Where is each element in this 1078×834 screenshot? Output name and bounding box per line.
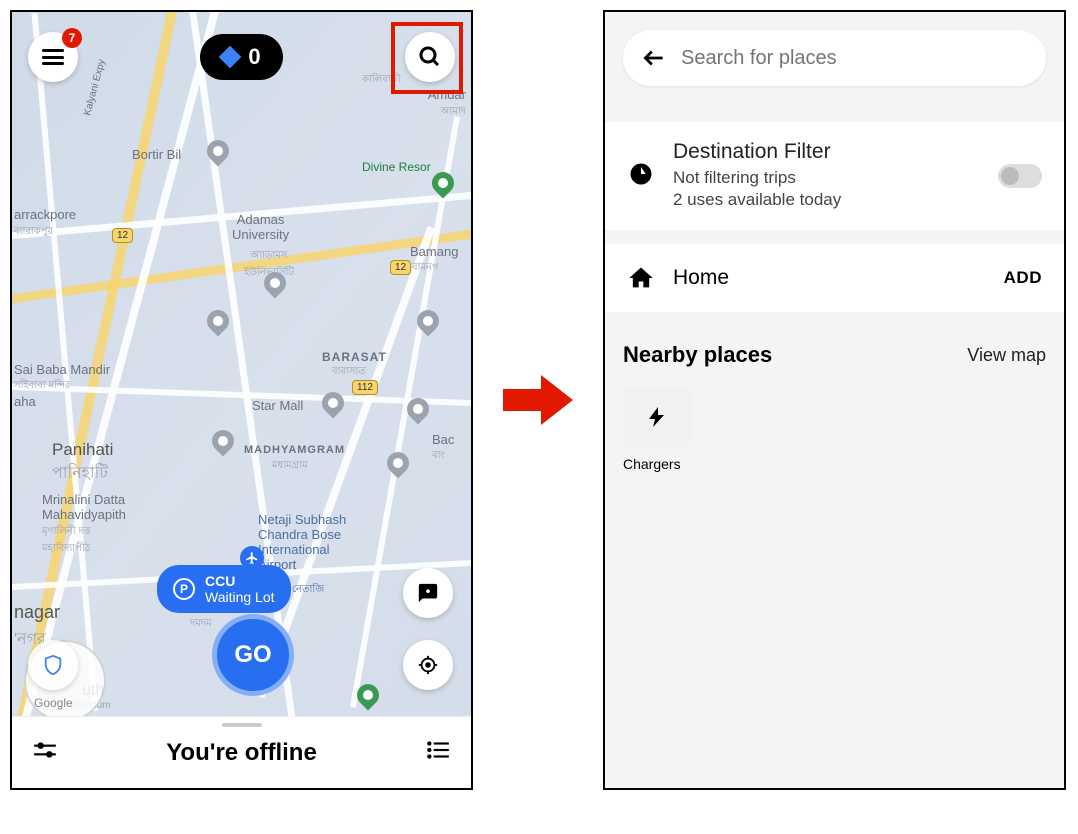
shield-icon [42,654,64,676]
map-label: aha [14,394,36,409]
map-label: Bortir Bil [132,147,181,162]
home-icon [627,264,655,292]
google-attribution: Google [34,696,73,710]
search-input[interactable] [681,47,1028,70]
map-label: arrackpore [14,207,76,222]
locate-button[interactable] [403,640,453,690]
map-label: নেতাজি [292,582,324,599]
map-label: বামনগ [412,260,439,277]
plane-icon [245,551,259,565]
map-label: Adamas University [232,212,289,242]
notification-badge: 7 [62,28,82,48]
destination-filter-icon [627,160,655,193]
filter-subtitle-1: Not filtering trips [673,168,980,188]
map-label: দমদম [190,616,212,633]
poi-pin [382,447,413,478]
drag-handle[interactable] [222,723,262,727]
add-home-button[interactable]: ADD [1004,268,1042,288]
points-value: 0 [248,44,260,70]
search-screen: Destination Filter Not filtering trips 2… [603,10,1066,790]
points-pill[interactable]: 0 [200,34,282,80]
route-shield: 112 [352,380,378,395]
map-label: মধ্যমগ্রাম [272,458,308,475]
route-shield: 12 [390,260,411,275]
map-label: BARASAT [322,350,387,364]
map-label: সাঁইবাবা মন্দির [14,378,70,395]
sliders-icon [32,737,58,763]
view-map-button[interactable]: View map [967,345,1046,366]
flow-arrow [503,375,573,425]
go-button[interactable]: GO [212,614,294,696]
map-label: পানিহাটি [52,460,108,487]
safety-button[interactable] [28,640,78,690]
locate-icon [417,654,439,676]
filter-toggle[interactable] [998,164,1042,188]
map-label: Netaji Subhash Chandra Bose Internationa… [258,512,346,572]
list-icon [425,737,451,763]
filter-subtitle-2: 2 uses available today [673,190,980,210]
poi-pin [202,305,233,336]
map-label: Divine Resor [362,160,431,174]
list-button[interactable] [425,737,451,768]
hamburger-icon [42,49,64,65]
chargers-label: Chargers [623,456,691,472]
filter-title: Destination Filter [673,140,980,164]
map-label: Bamang [410,244,458,259]
map-label: Star Mall [252,398,303,413]
search-icon [418,45,442,69]
map-label: বাং [432,448,445,465]
map-label: Panihati [52,440,113,460]
parking-icon: P [173,578,195,600]
search-button[interactable] [405,32,455,82]
lightning-icon [645,405,669,429]
map-label: nagar [14,602,60,623]
map-label: ব্যারাকপুর [14,224,53,241]
status-text: You're offline [166,739,317,767]
map-label: বারাসাত [332,364,366,381]
route-shield: 12 [112,228,133,243]
map-label: Sai Baba Mandir [14,362,110,377]
diamond-icon [219,46,242,69]
chat-icon [417,582,439,604]
map-label: আমাদ [441,104,466,121]
home-card: Home ADD [605,244,1064,312]
preferences-button[interactable] [32,737,58,768]
chat-button[interactable] [403,568,453,618]
go-label: GO [234,641,271,669]
poi-pin [207,425,238,456]
home-label: Home [673,266,986,290]
map-label: মৃণালিনী দত্ত মহাবিদ্যাপীঠ [42,524,91,558]
map-label: Mrinalini Datta Mahavidyapith [42,492,126,522]
map-label: Bac [432,432,454,447]
nearby-places-title: Nearby places [623,342,772,368]
waiting-lot-pill[interactable]: P CCU Waiting Lot [157,565,291,613]
search-bar[interactable] [623,30,1046,86]
airport-marker[interactable] [240,546,264,570]
back-arrow-icon[interactable] [641,45,667,71]
menu-button[interactable]: 7 [28,32,78,82]
bottom-bar[interactable]: You're offline [12,716,471,788]
map-screen: কালিবাড়ী Kalyani Expy Amdar আমাদ Bortir… [10,10,473,790]
nearby-item-chargers[interactable]: Chargers [623,386,691,472]
poi-pin [317,387,348,418]
map-label: MADHYAMGRAM [244,444,345,456]
waiting-lot-label: Waiting Lot [205,589,275,605]
destination-filter-card: Destination Filter Not filtering trips 2… [605,122,1064,230]
waiting-lot-code: CCU [205,573,275,589]
